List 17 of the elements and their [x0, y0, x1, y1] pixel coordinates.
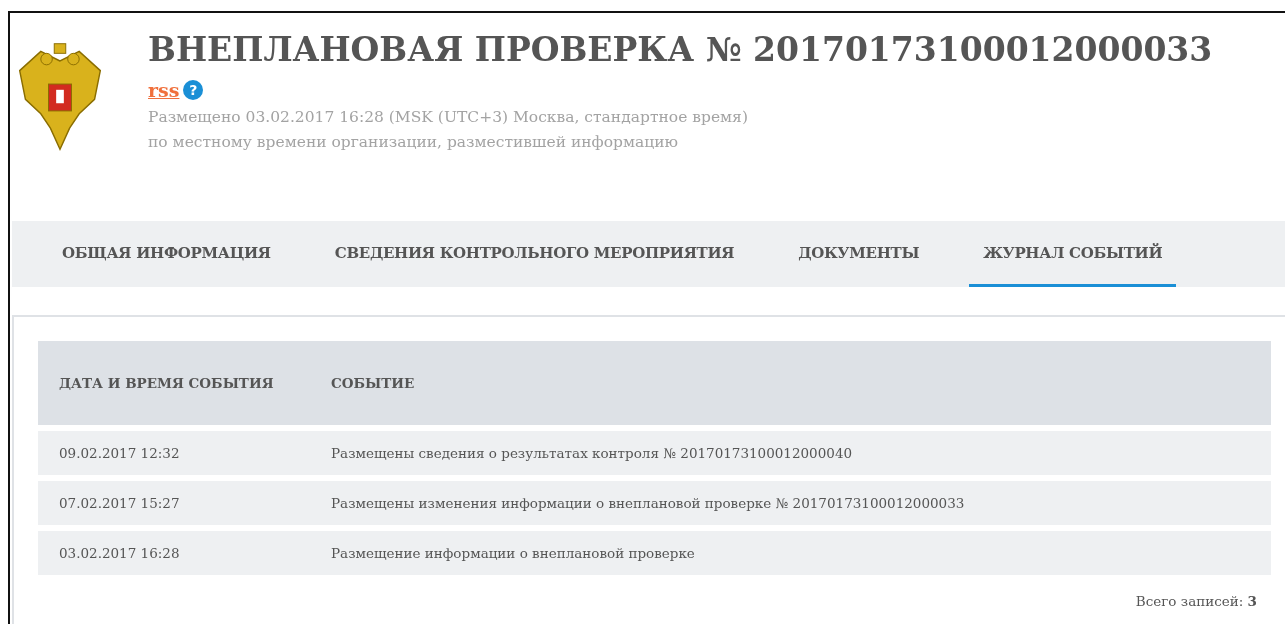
column-header: ДАТА И ВРЕМЯ СОБЫТИЯ — [58, 375, 275, 391]
tab[interactable]: СВЕДЕНИЯ КОНТРОЛЬНОГО МЕРОПРИЯТИЯ — [320, 221, 749, 287]
tab[interactable]: ОБЩАЯ ИНФОРМАЦИЯ — [48, 221, 285, 287]
page-title: ВНЕПЛАНОВАЯ ПРОВЕРКА № 20170173100012000033 — [148, 29, 1213, 71]
table-cell: Размещены изменения информации о внеплановой проверке № 20170173100012000033 — [331, 495, 965, 511]
table-cell: Размещены сведения о результатах контроля № 20170173100012000040 — [331, 445, 853, 461]
total-records: Всего записей: 3 — [1135, 593, 1257, 609]
column-header: СОБЫТИЕ — [331, 375, 415, 391]
tab[interactable]: ЖУРНАЛ СОБЫТИЙ — [969, 221, 1177, 287]
tab[interactable]: ДОКУМЕНТЫ — [784, 221, 934, 287]
posted-date: Размещено 03.02.2017 16:28 (MSK (UTC+3) Москва, стандартное время) — [148, 107, 749, 128]
table-cell: Размещение информации о внеплановой проверке — [331, 545, 695, 561]
help-icon[interactable]: ? — [183, 80, 204, 100]
table-cell-text: 09.02.2017 12:32 — [58, 445, 181, 461]
timezone-note: по местному времени организации, разместившей информацию — [148, 132, 680, 153]
table-cell-text: 03.02.2017 16:28 — [58, 545, 181, 561]
table-cell-text: 07.02.2017 15:27 — [58, 495, 181, 511]
